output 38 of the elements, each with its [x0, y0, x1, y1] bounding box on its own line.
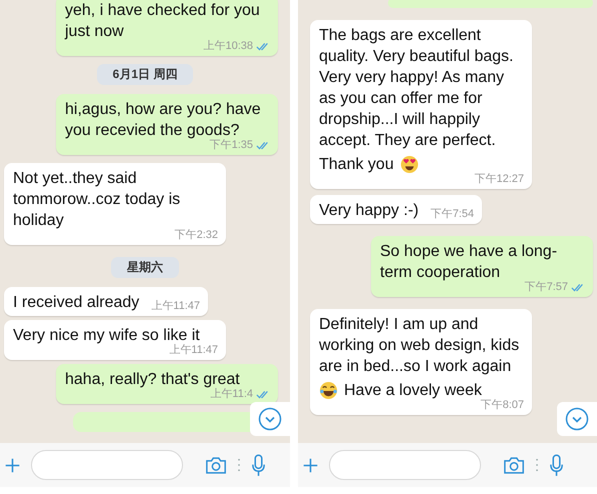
camera-icon[interactable] [205, 456, 227, 474]
message-text: Very nice my wife so like it [13, 326, 200, 344]
microphone-icon[interactable] [251, 454, 266, 476]
message-text: So hope we have a long-term cooperation [380, 242, 558, 281]
message-time: 上午10:38 [203, 39, 253, 53]
message-text: Very happy :-) [319, 201, 419, 221]
message-text: Definitely! I am up and working on web design, kids are in bed...so I work again [319, 315, 520, 377]
plus-icon[interactable] [4, 456, 21, 474]
message-text: haha, really? that's great [65, 370, 240, 388]
message-text: Not yet..they said tommorow..coz today is holiday [13, 169, 182, 230]
date-label: 星期六 [111, 257, 179, 278]
message-time: 下午2:32 [174, 228, 218, 242]
message-text: yeh, i have checked for you just now [65, 1, 261, 40]
message-text: I received already [13, 293, 140, 313]
chevron-down-icon [258, 407, 282, 431]
message-time: 上午11:4 [210, 388, 253, 401]
message-text: Thank you [319, 155, 394, 175]
message-time: 上午11:47 [169, 343, 218, 357]
microphone-icon[interactable] [549, 454, 564, 476]
message-time: 下午8:07 [480, 398, 524, 412]
message-input-field[interactable] [31, 450, 183, 480]
divider-dots-icon [237, 458, 241, 472]
camera-icon[interactable] [503, 456, 525, 474]
chevron-down-icon [565, 407, 589, 431]
message-time: 下午7:57 [524, 280, 568, 294]
divider-dots-icon [535, 458, 539, 472]
message-text: hi,agus, how are you? have you recevied the goods? [65, 100, 262, 139]
message-text: Have a lovely week [344, 381, 482, 400]
scroll-down-button[interactable] [250, 402, 290, 436]
message-time: 下午12:27 [474, 172, 524, 186]
message-time: 下午1:35 [210, 138, 253, 152]
date-label: 6月1日 周四 [96, 64, 194, 85]
scroll-down-button[interactable] [557, 402, 597, 436]
message-time: 下午7:54 [430, 207, 474, 221]
plus-icon[interactable] [302, 456, 319, 474]
message-text: The bags are excellent quality. Very beautiful bags. Very very happy! As many as you can offer me for dropship...I will happily accept. They are perfect. [319, 26, 514, 151]
message-input-field[interactable] [329, 450, 481, 480]
message-time: 上午11:47 [151, 299, 200, 313]
